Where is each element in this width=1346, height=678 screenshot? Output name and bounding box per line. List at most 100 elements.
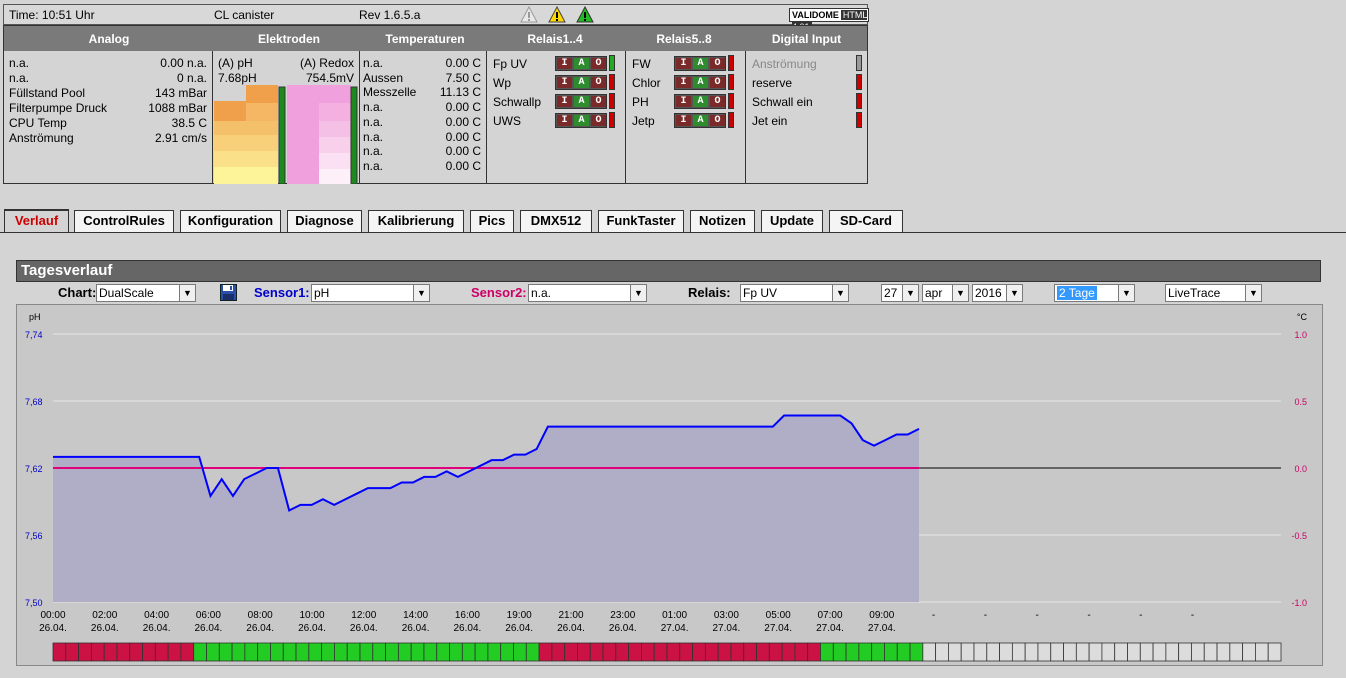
relais-mode-button[interactable]: O bbox=[591, 58, 606, 69]
relais-mode-button[interactable]: I bbox=[676, 58, 691, 69]
analog-label: n.a. bbox=[9, 56, 30, 70]
analog-value: 1088 mBar bbox=[148, 101, 207, 115]
x-tick-time: 04:00 bbox=[144, 610, 169, 621]
relais-mode-button[interactable]: A bbox=[574, 58, 589, 69]
relais-mode-button[interactable]: A bbox=[693, 96, 708, 107]
x-tick-time: 07:00 bbox=[817, 610, 842, 621]
relais-mode-button[interactable]: A bbox=[574, 115, 589, 126]
relais-mode-button[interactable]: O bbox=[591, 96, 606, 107]
relais-switch[interactable]: IAO bbox=[674, 56, 726, 71]
relais-bar-cell bbox=[142, 642, 156, 662]
y-tick-label: 7,62 bbox=[25, 464, 43, 474]
tab-update[interactable]: Update bbox=[761, 210, 823, 232]
relais-bar-cell bbox=[321, 642, 335, 662]
relais-switch[interactable]: IAO bbox=[555, 75, 607, 90]
floppy-disk-icon[interactable] bbox=[220, 284, 237, 301]
relais-mode-button[interactable]: I bbox=[557, 77, 572, 88]
x-tick-date: 27.04. bbox=[868, 623, 896, 634]
relais-bar-cell bbox=[1037, 642, 1052, 662]
relais-switch[interactable]: IAO bbox=[555, 113, 607, 128]
relais-switch[interactable]: IAO bbox=[674, 75, 726, 90]
header-elektroden: Elektroden bbox=[257, 32, 320, 46]
relais-switch[interactable]: IAO bbox=[555, 56, 607, 71]
sensor2-select[interactable]: n.a. ▼ bbox=[528, 284, 647, 302]
tab-dmx512[interactable]: DMX512 bbox=[520, 210, 592, 232]
relais-mode-button[interactable]: I bbox=[557, 58, 572, 69]
relais-mode-button[interactable]: O bbox=[710, 58, 725, 69]
x-tick-date: 26.04. bbox=[453, 623, 481, 634]
relais-mode-button[interactable]: A bbox=[693, 115, 708, 126]
analog-value: 143 mBar bbox=[154, 86, 207, 100]
range-value: 2 Tage bbox=[1057, 286, 1097, 300]
relais-bar-cell bbox=[385, 642, 399, 662]
relais-mode-button[interactable]: O bbox=[710, 115, 725, 126]
x-tick-date: 26.04. bbox=[194, 623, 222, 634]
tab-sd-card[interactable]: SD-Card bbox=[829, 210, 903, 232]
digital-input-label: Schwall ein bbox=[752, 95, 813, 109]
relais-mode-button[interactable]: O bbox=[591, 115, 606, 126]
sensor1-value: pH bbox=[314, 286, 330, 300]
divider bbox=[625, 51, 626, 184]
temperature-label: n.a. bbox=[363, 114, 384, 129]
tab-verlauf[interactable]: Verlauf bbox=[4, 209, 69, 233]
relais-switch[interactable]: IAO bbox=[674, 94, 726, 109]
ph-value: 7.68pH bbox=[218, 71, 257, 85]
tab-diagnose[interactable]: Diagnose bbox=[287, 210, 362, 232]
relais-bar-cell bbox=[768, 642, 783, 662]
x-tick-date: 26.04. bbox=[557, 623, 585, 634]
relais-bar-cell bbox=[423, 642, 438, 662]
relais-switch[interactable]: IAO bbox=[674, 113, 726, 128]
relais-bar-cell bbox=[1255, 642, 1269, 662]
relais-bar-cell bbox=[257, 642, 271, 662]
relais-mode-button[interactable]: I bbox=[676, 115, 691, 126]
relais-mode-button[interactable]: I bbox=[676, 96, 691, 107]
analog-label: Füllstand Pool bbox=[9, 86, 86, 100]
relais-switch[interactable]: IAO bbox=[555, 94, 607, 109]
status-bar: Time: 10:51 Uhr CL canister Rev 1.6.5.a … bbox=[3, 4, 869, 32]
x-tick-date: 26.04. bbox=[246, 623, 274, 634]
tab-kalibrierung[interactable]: Kalibrierung bbox=[368, 210, 464, 232]
relais-bar-cell bbox=[372, 642, 386, 662]
range-select[interactable]: 2 Tage ▼ bbox=[1054, 284, 1135, 302]
relais-bar-cell bbox=[1178, 642, 1192, 662]
temperature-label: n.a. bbox=[363, 144, 384, 159]
relais-bar-cell bbox=[935, 642, 949, 662]
relais-mode-button[interactable]: I bbox=[557, 96, 572, 107]
temperature-label: n.a. bbox=[363, 56, 384, 70]
tab-notizen[interactable]: Notizen bbox=[690, 210, 755, 232]
relais-mode-button[interactable]: O bbox=[591, 77, 606, 88]
year-select[interactable]: 2016 ▼ bbox=[972, 284, 1023, 302]
tab-konfiguration[interactable]: Konfiguration bbox=[180, 210, 281, 232]
relais-mode-button[interactable]: A bbox=[574, 77, 589, 88]
relais-bar-cell bbox=[717, 642, 732, 662]
analog-label: Filterpumpe Druck bbox=[9, 101, 108, 115]
relais-label: PH bbox=[632, 95, 649, 109]
relais-bar-cell bbox=[154, 642, 169, 662]
x-tick-date: 26.04. bbox=[143, 623, 171, 634]
relais-mode-button[interactable]: I bbox=[676, 77, 691, 88]
relais-select[interactable]: Fp UV ▼ bbox=[740, 284, 849, 302]
header-digital: Digital Input bbox=[771, 32, 842, 46]
chart-type-select[interactable]: DualScale ▼ bbox=[96, 284, 196, 302]
relais-mode-button[interactable]: O bbox=[710, 77, 725, 88]
tab-pics[interactable]: Pics bbox=[470, 210, 514, 232]
day-select[interactable]: 27 ▼ bbox=[881, 284, 919, 302]
relais-mode-button[interactable]: A bbox=[693, 58, 708, 69]
relais-label: Fp UV bbox=[493, 57, 528, 71]
divider bbox=[212, 51, 213, 184]
relais-mode-button[interactable]: A bbox=[574, 96, 589, 107]
relais-bar-cell bbox=[1088, 642, 1103, 662]
digital-input-label: reserve bbox=[752, 76, 793, 90]
relais-mode-button[interactable]: O bbox=[710, 96, 725, 107]
sensor1-select[interactable]: pH ▼ bbox=[311, 284, 430, 302]
relais-mode-button[interactable]: I bbox=[557, 115, 572, 126]
relais-bar-cell bbox=[743, 642, 757, 662]
mode-select[interactable]: LiveTrace ▼ bbox=[1165, 284, 1262, 302]
y2-tick-label: 0.0 bbox=[1294, 464, 1307, 474]
validome-badge[interactable]: VALIDOMEHTML 4.01 bbox=[789, 8, 869, 32]
relais-bar-cell bbox=[525, 642, 540, 662]
month-select[interactable]: apr ▼ bbox=[922, 284, 969, 302]
relais-mode-button[interactable]: A bbox=[693, 77, 708, 88]
tab-funktaster[interactable]: FunkTaster bbox=[598, 210, 684, 232]
tab-controlrules[interactable]: ControlRules bbox=[74, 210, 174, 232]
